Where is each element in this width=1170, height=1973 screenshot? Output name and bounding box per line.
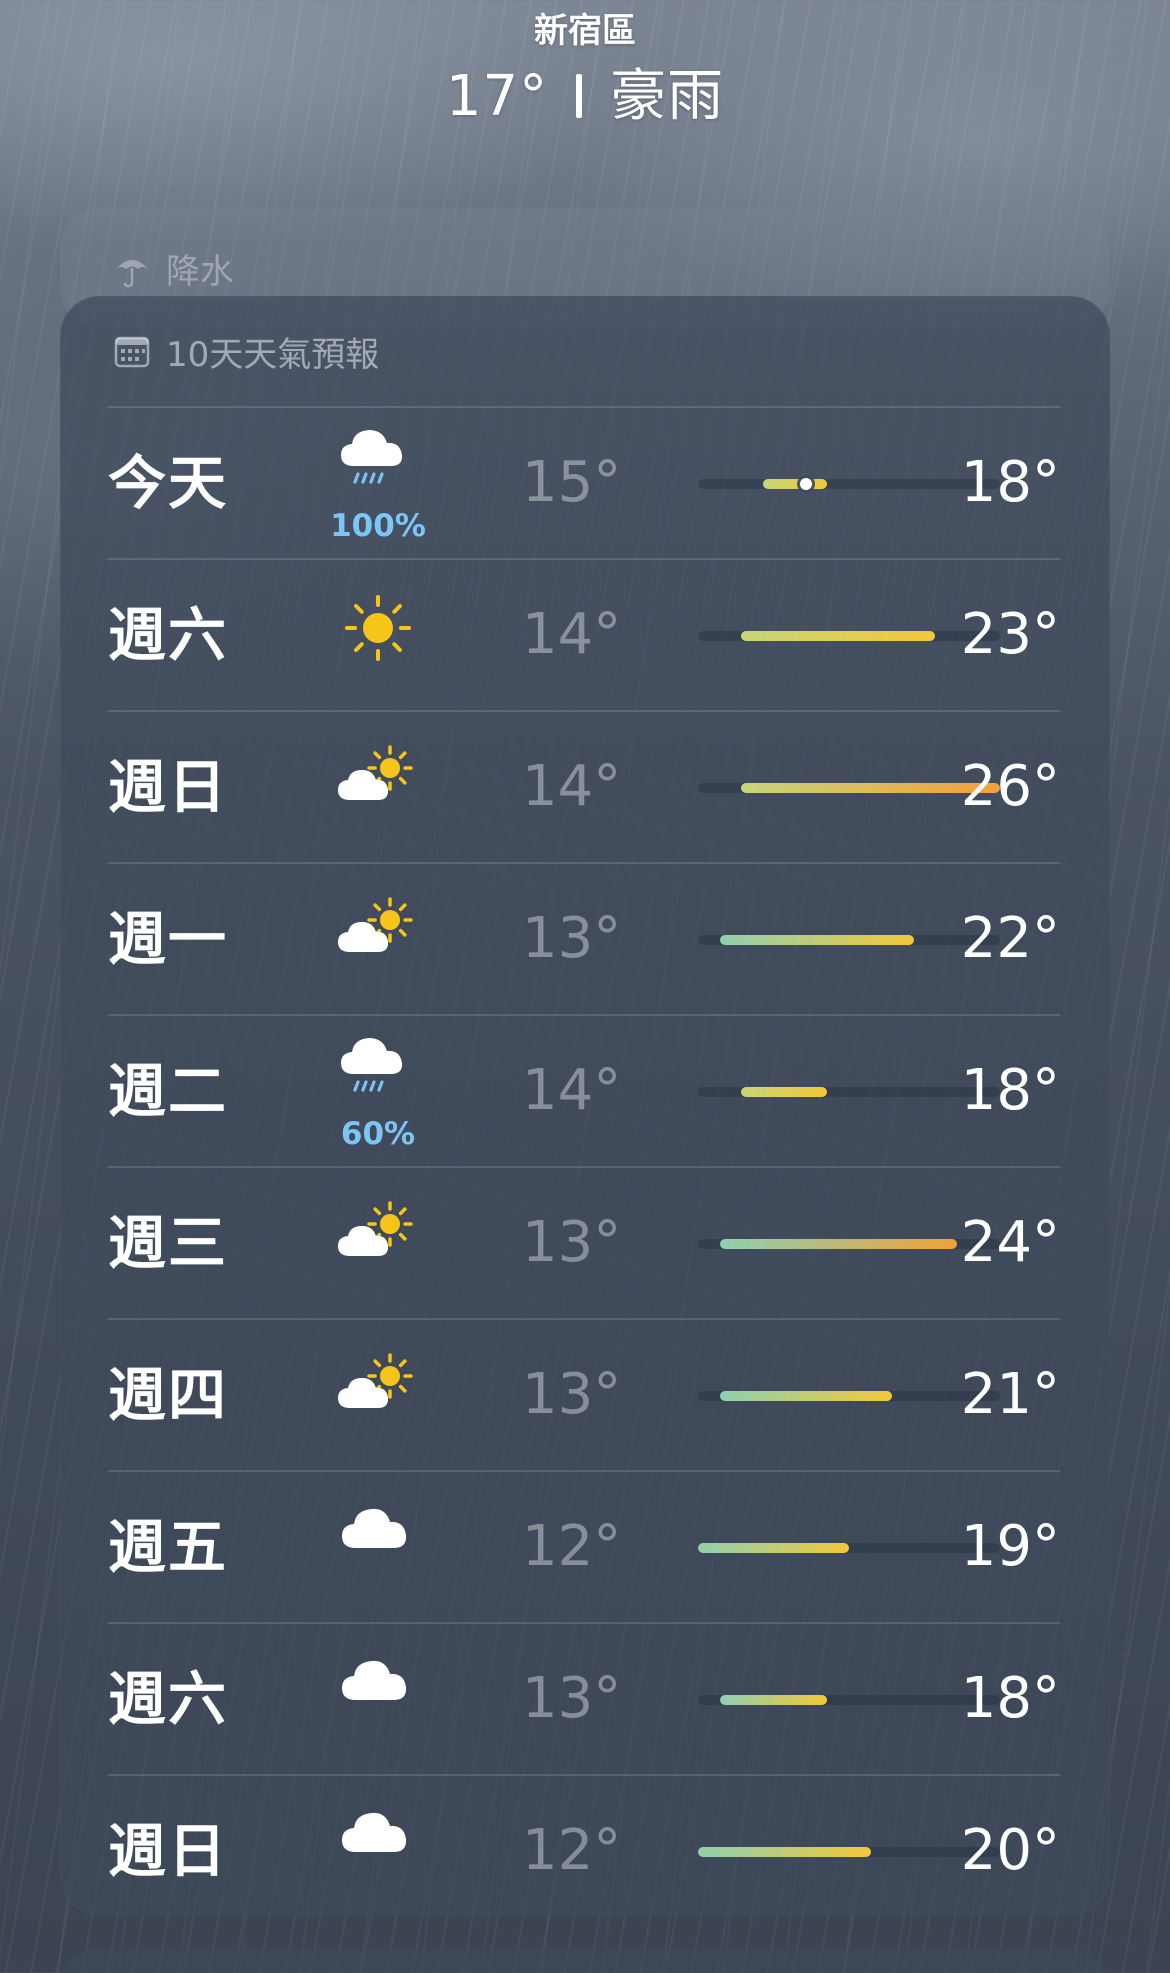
forecast-day-label: 週六 [108, 1665, 229, 1733]
temperature-range-bar [698, 1695, 1000, 1705]
low-temperature: 14° [522, 1058, 622, 1123]
separator [576, 73, 583, 118]
weather-header: 新宿區 17° 豪雨 [0, 0, 1170, 136]
current-condition: 豪雨 [610, 64, 725, 129]
low-temperature: 13° [522, 1362, 622, 1427]
high-temperature: 24° [960, 1210, 1060, 1275]
precipitation-chance: 100% [330, 508, 426, 544]
forecast-title: 10天天氣預報 [166, 334, 380, 375]
temperature-range-bar [698, 783, 1000, 793]
low-temperature: 15° [522, 450, 622, 515]
cloud-icon [328, 1490, 428, 1590]
forecast-row[interactable]: 週二 60% 14° 18° [108, 1014, 1060, 1166]
low-temperature: 12° [522, 1818, 622, 1883]
partly-sunny-icon [328, 1338, 428, 1438]
forecast-day-label: 今天 [108, 449, 229, 517]
temperature-range-fill [719, 935, 914, 945]
cloud-rain-icon [328, 1022, 428, 1122]
forecast-row[interactable]: 週日 14° 26° [108, 710, 1060, 862]
forecast-day-label: 週四 [108, 1361, 229, 1429]
low-temperature: 14° [522, 602, 622, 667]
next-card[interactable] [60, 1948, 1110, 1973]
forecast-row[interactable]: 週六 14° 23° [108, 558, 1060, 710]
temperature-range-fill [741, 631, 936, 641]
current-temperature-dot [799, 478, 812, 490]
high-temperature: 18° [960, 1058, 1060, 1123]
low-temperature: 13° [522, 906, 622, 971]
low-temperature: 12° [522, 1514, 622, 1579]
precipitation-card-header: 降水 [112, 244, 234, 293]
temperature-range-fill [762, 479, 828, 489]
forecast-row[interactable]: 週六 13° 18° [108, 1622, 1060, 1774]
temperature-range-bar [698, 1391, 1000, 1401]
high-temperature: 20° [960, 1818, 1060, 1883]
forecast-day-label: 週二 [108, 1057, 229, 1125]
forecast-day-label: 週日 [108, 1817, 229, 1885]
forecast-card-header: 10天天氣預報 [112, 326, 379, 376]
forecast-row[interactable]: 週一 13° 22° [108, 862, 1060, 1014]
partly-sunny-icon [328, 730, 428, 830]
temperature-range-fill [719, 1391, 893, 1401]
partly-sunny-icon [328, 1186, 428, 1286]
forecast-day-label: 週三 [108, 1209, 229, 1277]
temperature-range-bar [698, 478, 1000, 490]
high-temperature: 18° [960, 450, 1060, 515]
forecast-day-label: 週一 [108, 905, 229, 973]
high-temperature: 23° [960, 602, 1060, 667]
forecast-list: 今天 100% 15° 18° 週六 14° 23° 週日 14° 26° 週一 13° 22° 週… [108, 406, 1060, 1926]
low-temperature: 14° [522, 754, 622, 819]
high-temperature: 18° [960, 1666, 1060, 1731]
forecast-row[interactable]: 今天 100% 15° 18° [108, 406, 1060, 558]
forecast-row[interactable]: 週三 13° 24° [108, 1166, 1060, 1318]
temperature-range-bar [698, 1543, 1000, 1553]
high-temperature: 19° [960, 1514, 1060, 1579]
current-conditions: 17° 豪雨 [0, 58, 1170, 136]
forecast-day-label: 週五 [108, 1513, 229, 1581]
temperature-range-fill [719, 1695, 828, 1705]
umbrella-icon [112, 249, 152, 289]
temperature-range-bar [698, 1847, 1000, 1857]
forecast-day-label: 週六 [108, 601, 229, 669]
temperature-range-fill [741, 1087, 828, 1097]
forecast-row[interactable]: 週四 13° 21° [108, 1318, 1060, 1470]
high-temperature: 22° [960, 906, 1060, 971]
forecast-row[interactable]: 週日 12° 20° [108, 1774, 1060, 1926]
current-temperature: 17° [445, 64, 549, 129]
temperature-range-fill [698, 1543, 849, 1553]
location-name: 新宿區 [534, 11, 636, 51]
temperature-range-bar [698, 1087, 1000, 1097]
high-temperature: 21° [960, 1362, 1060, 1427]
precipitation-label: 降水 [166, 252, 234, 292]
temperature-range-bar [698, 1239, 1000, 1249]
forecast-card[interactable]: 10天天氣預報 今天 100% 15° 18° 週六 14° 23° 週日 14° 26° 週一… [60, 296, 1110, 1916]
low-temperature: 13° [522, 1210, 622, 1275]
high-temperature: 26° [960, 754, 1060, 819]
temperature-range-bar [698, 631, 1000, 641]
partly-sunny-icon [328, 882, 428, 982]
calendar-icon [112, 331, 152, 371]
precipitation-chance: 60% [340, 1116, 416, 1152]
temperature-range-bar [698, 935, 1000, 945]
cloud-icon [328, 1794, 428, 1894]
low-temperature: 13° [522, 1666, 622, 1731]
forecast-row[interactable]: 週五 12° 19° [108, 1470, 1060, 1622]
temperature-range-fill [719, 1239, 957, 1249]
cloud-icon [328, 1642, 428, 1742]
cloud-rain-icon [328, 414, 428, 514]
temperature-range-fill [698, 1847, 871, 1857]
forecast-day-label: 週日 [108, 753, 229, 821]
sun-icon [328, 578, 428, 678]
